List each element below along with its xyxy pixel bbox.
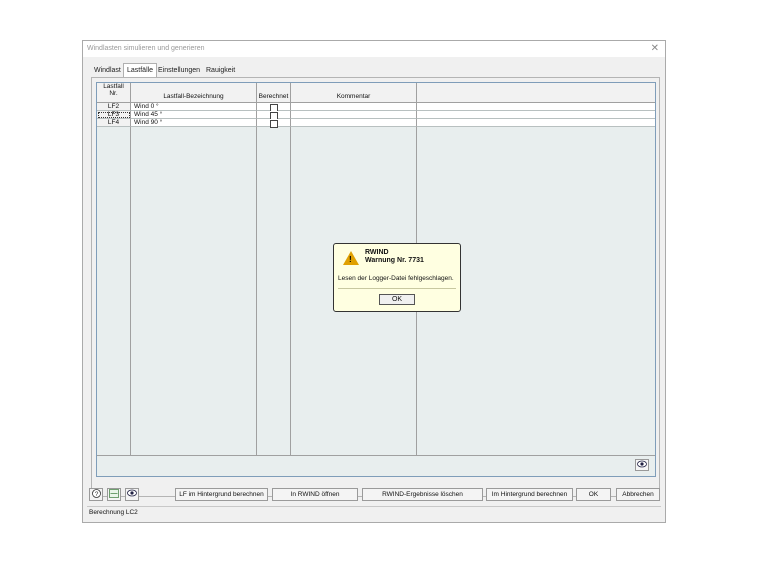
column-divider bbox=[130, 103, 131, 456]
row-bezeichnung[interactable]: Wind 90 ° bbox=[131, 119, 257, 127]
column-divider bbox=[290, 103, 291, 456]
row-empty bbox=[417, 119, 655, 127]
row-berechnet bbox=[257, 119, 291, 128]
main-window: Windlasten simulieren und generieren ✕ W… bbox=[82, 40, 666, 523]
dialog-divider bbox=[338, 288, 456, 289]
header-nr-line1: Lastfall bbox=[103, 83, 124, 90]
units-button[interactable] bbox=[107, 488, 121, 501]
berechnet-checkbox[interactable] bbox=[269, 119, 278, 128]
units-icon bbox=[109, 489, 119, 498]
delete-rwind-results-button[interactable]: RWIND-Ergebnisse löschen bbox=[362, 488, 483, 501]
close-icon[interactable]: ✕ bbox=[651, 43, 659, 54]
ok-button[interactable]: OK bbox=[576, 488, 611, 501]
table-row[interactable]: LF4 Wind 90 ° bbox=[97, 119, 655, 128]
table-row[interactable]: LF3 Wind 45 ° bbox=[97, 111, 655, 120]
dialog-message: Lesen der Logger-Datei fehlgeschlagen. bbox=[338, 275, 454, 282]
cancel-button[interactable]: Abbrechen bbox=[616, 488, 660, 501]
column-divider bbox=[256, 103, 257, 456]
row-nr: LF4 bbox=[97, 119, 131, 127]
warning-dialog: ! RWIND Warnung Nr. 7731 Lesen der Logge… bbox=[333, 243, 461, 312]
dialog-ok-button[interactable]: OK bbox=[379, 294, 415, 305]
eye-icon bbox=[127, 489, 137, 497]
row-bezeichnung[interactable]: Wind 45 ° bbox=[131, 111, 257, 119]
row-kommentar[interactable] bbox=[291, 119, 417, 127]
title-bar: Windlasten simulieren und generieren ✕ bbox=[83, 41, 665, 57]
status-bar: Berechnung LC2 bbox=[87, 506, 661, 517]
row-berechnet bbox=[257, 111, 291, 120]
row-empty bbox=[417, 111, 655, 119]
table-footer bbox=[97, 455, 655, 476]
help-icon: ? bbox=[91, 489, 101, 498]
svg-text:?: ? bbox=[94, 491, 98, 498]
dialog-title: RWIND bbox=[365, 249, 389, 256]
header-kommentar: Kommentar bbox=[291, 83, 417, 103]
lf-background-calc-button[interactable]: LF im Hintergrund berechnen bbox=[175, 488, 268, 501]
background-calc-button[interactable]: Im Hintergrund berechnen bbox=[486, 488, 573, 501]
eye-icon bbox=[637, 460, 647, 468]
dialog-subtitle: Warnung Nr. 7731 bbox=[365, 257, 424, 264]
header-empty bbox=[417, 83, 655, 103]
tab-rauigkeit[interactable]: Rauigkeit bbox=[203, 65, 238, 76]
header-nr: Lastfall Nr. bbox=[97, 83, 131, 103]
window-title: Windlasten simulieren und generieren bbox=[87, 45, 205, 52]
row-kommentar[interactable] bbox=[291, 103, 417, 111]
header-berechnet: Berechnet bbox=[257, 83, 291, 103]
row-bezeichnung[interactable]: Wind 0 ° bbox=[131, 103, 257, 111]
row-kommentar[interactable] bbox=[291, 111, 417, 119]
tab-einstellungen[interactable]: Einstellungen bbox=[155, 65, 203, 76]
header-nr-line2: Nr. bbox=[109, 90, 118, 97]
view-button[interactable] bbox=[125, 488, 139, 501]
row-nr: LF2 bbox=[97, 103, 131, 111]
tab-windlast[interactable]: Windlast bbox=[91, 65, 124, 76]
row-berechnet bbox=[257, 103, 291, 112]
open-in-rwind-button[interactable]: In RWIND öffnen bbox=[272, 488, 358, 501]
tab-lastfaelle[interactable]: Lastfälle bbox=[123, 63, 158, 78]
row-nr: LF3 bbox=[97, 111, 131, 119]
row-empty bbox=[417, 103, 655, 111]
grid-view-button[interactable] bbox=[635, 459, 649, 471]
help-button[interactable]: ? bbox=[89, 488, 103, 501]
header-bezeichnung: Lastfall-Bezeichnung bbox=[131, 83, 257, 103]
warning-mark: ! bbox=[349, 255, 352, 264]
table-row[interactable]: LF2 Wind 0 ° bbox=[97, 103, 655, 112]
